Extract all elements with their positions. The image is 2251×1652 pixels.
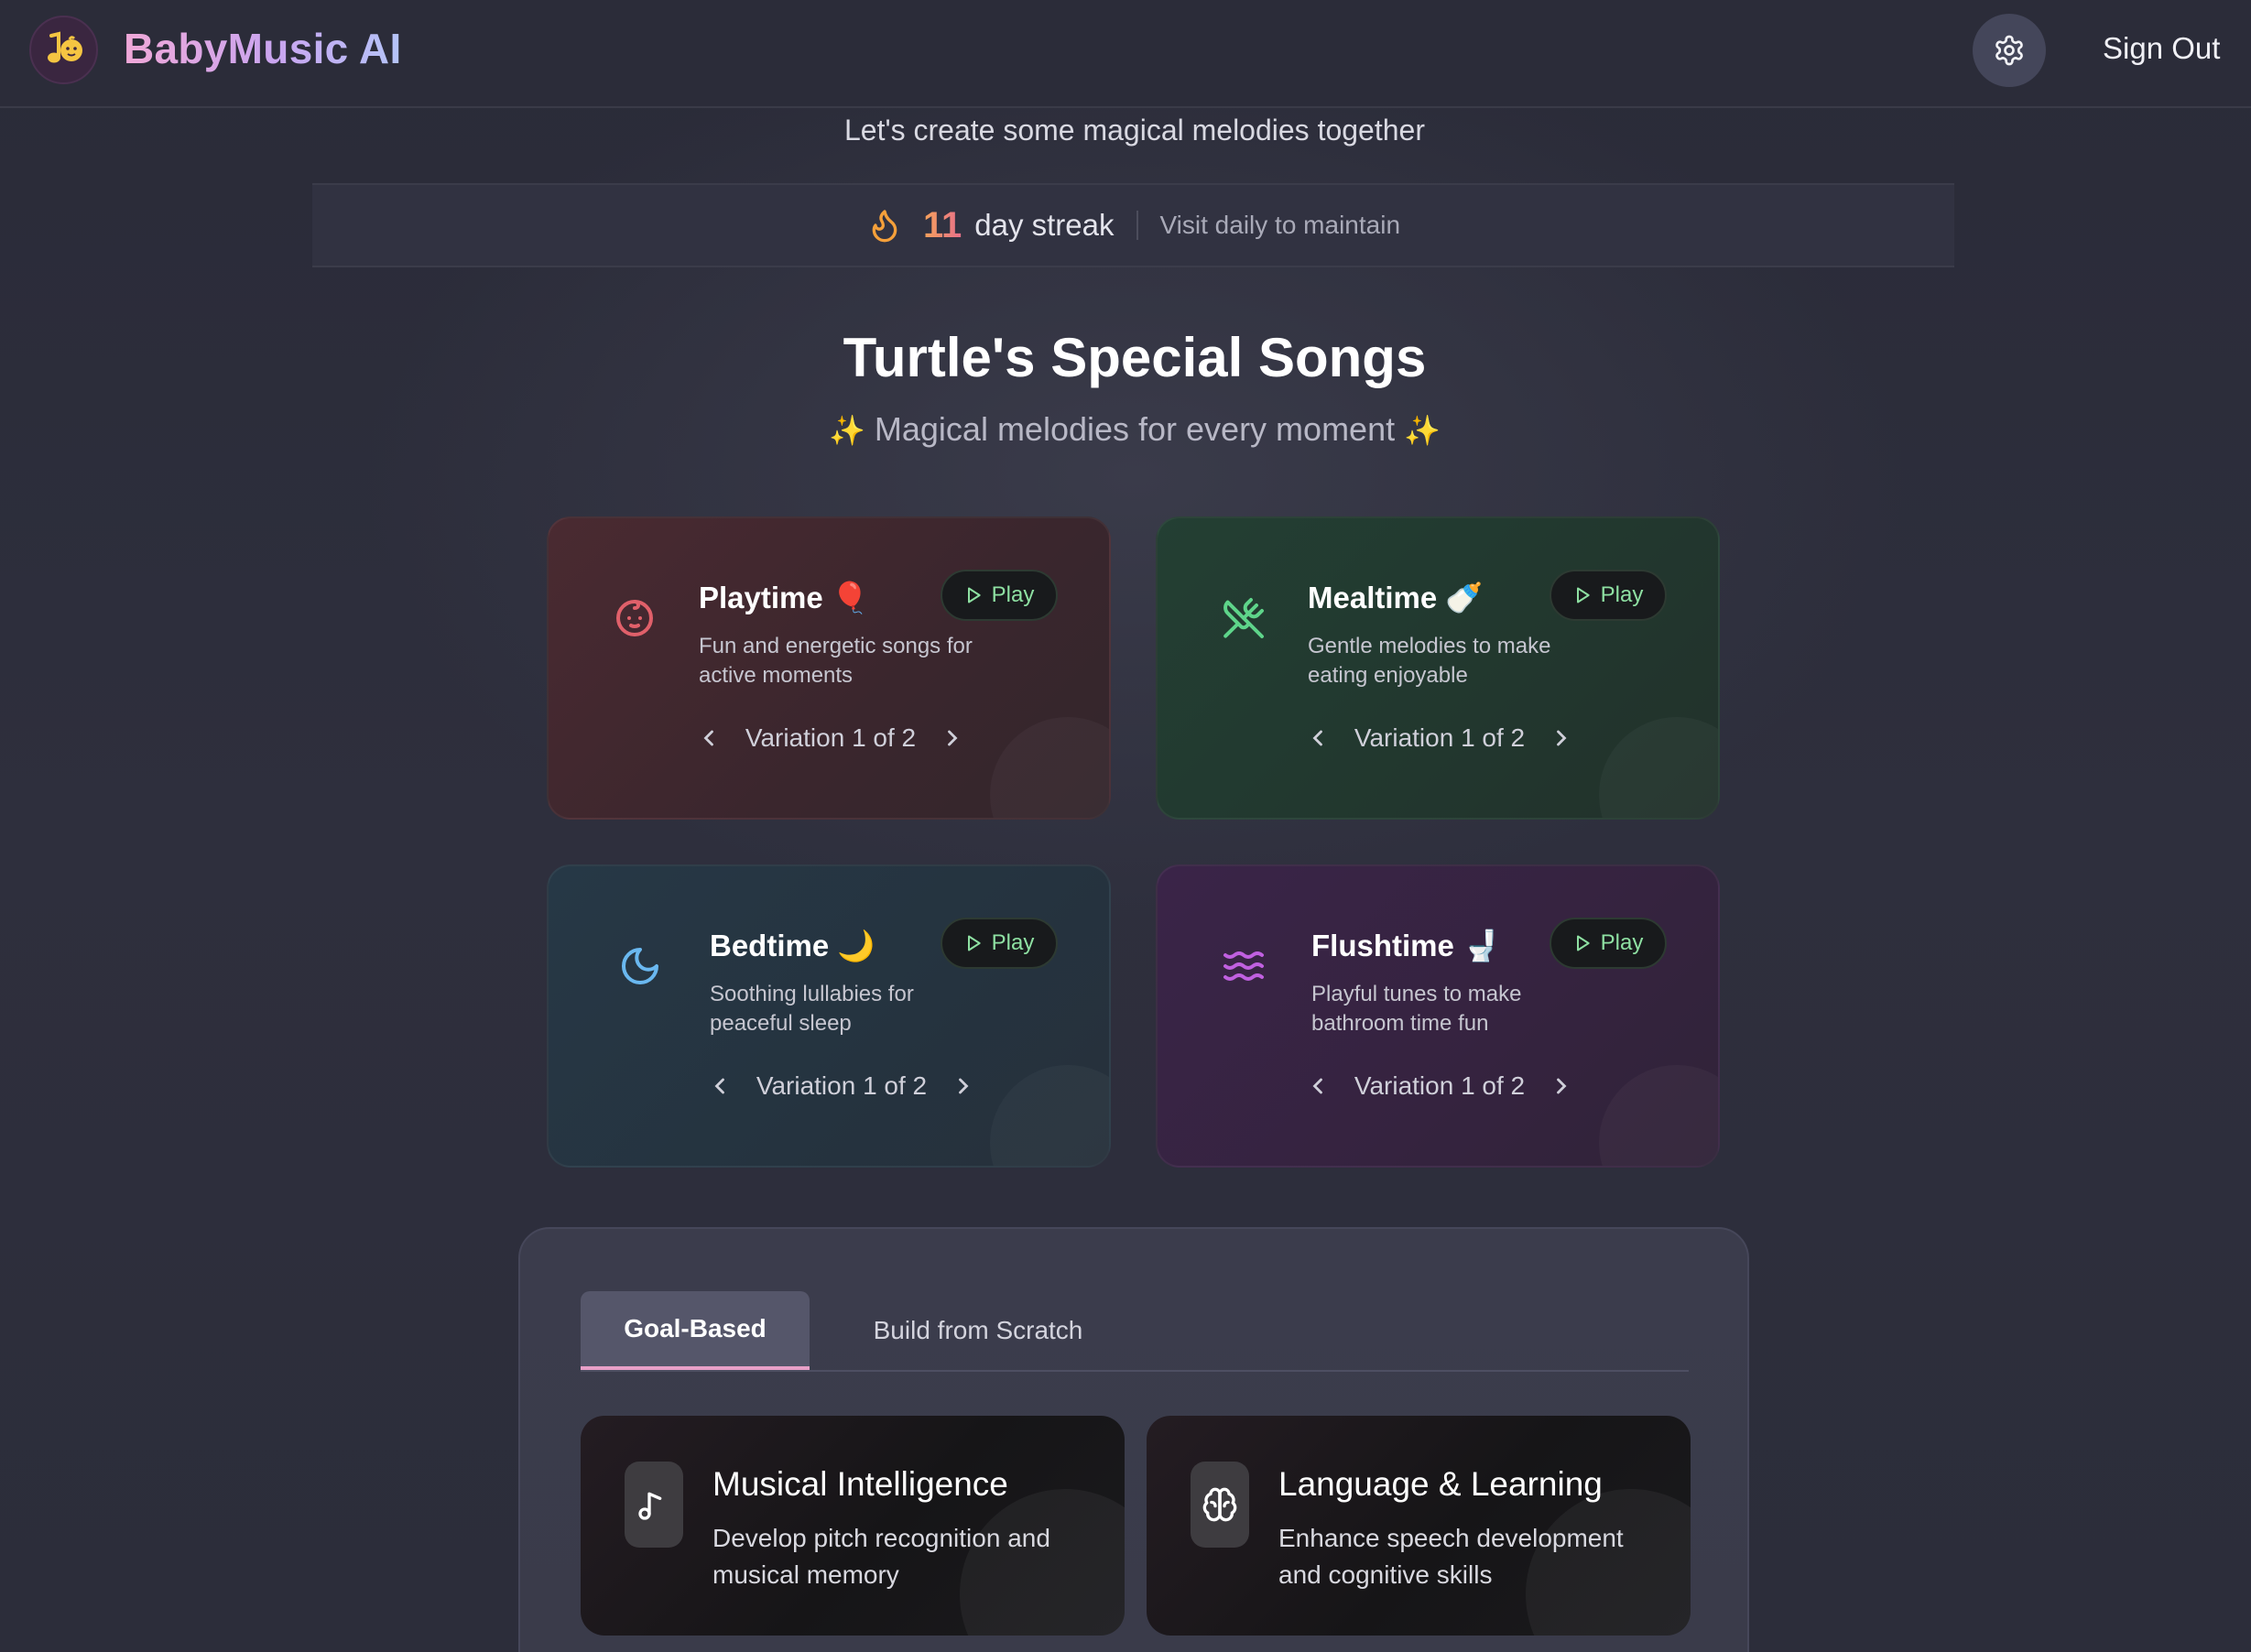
variation-label: Variation 1 of 2 bbox=[1354, 1071, 1526, 1100]
variation-label: Variation 1 of 2 bbox=[756, 1071, 928, 1100]
play-label: Play bbox=[1600, 582, 1644, 607]
variation-selector: Variation 1 of 2 bbox=[560, 1071, 1109, 1101]
card-description: Playful tunes to make bathroom time fun bbox=[1311, 982, 1522, 1036]
chevron-left-icon[interactable] bbox=[1305, 725, 1331, 751]
play-icon bbox=[1576, 587, 1590, 603]
play-icon bbox=[967, 935, 981, 951]
top-bar: BabyMusic AI Sign Out bbox=[0, 0, 2251, 108]
goal-icon-box bbox=[625, 1462, 683, 1548]
card-title: Flushtime 🚽 bbox=[1311, 929, 1501, 962]
moon-icon bbox=[622, 948, 658, 984]
brand-title[interactable]: BabyMusic AI bbox=[124, 24, 402, 73]
utensils-crossed-icon bbox=[1223, 598, 1264, 638]
goal-description: Enhance speech development and cognitive… bbox=[1278, 1524, 1624, 1589]
streak-count: 11 bbox=[922, 204, 962, 245]
chevron-right-icon[interactable] bbox=[940, 725, 965, 751]
song-builder-panel: Goal-Based Build from Scratch Musical In… bbox=[518, 1227, 1749, 1652]
song-card-bedtime[interactable]: Bedtime 🌙 Soothing lullabies for peacefu… bbox=[547, 864, 1111, 1168]
logo[interactable] bbox=[29, 16, 98, 84]
songs-subtitle: ✨ Magical melodies for every moment ✨ bbox=[0, 410, 2251, 449]
play-label: Play bbox=[991, 930, 1035, 955]
play-icon bbox=[1576, 935, 1590, 951]
settings-button[interactable] bbox=[1973, 14, 2046, 87]
variation-label: Variation 1 of 2 bbox=[745, 723, 917, 752]
waves-icon bbox=[1223, 951, 1264, 981]
song-card-playtime[interactable]: Playtime 🎈 Fun and energetic songs for a… bbox=[547, 516, 1111, 820]
play-label: Play bbox=[1600, 930, 1644, 955]
goal-card-musical-intelligence[interactable]: Musical Intelligence Develop pitch recog… bbox=[581, 1416, 1125, 1636]
chevron-left-icon[interactable] bbox=[696, 725, 722, 751]
gear-icon bbox=[1995, 35, 2023, 66]
song-card-mealtime[interactable]: Mealtime 🍼 Gentle melodies to make eatin… bbox=[1156, 516, 1720, 820]
brain-icon bbox=[1202, 1487, 1237, 1522]
streak-label: day streak bbox=[974, 208, 1115, 242]
songs-subtitle-text: Magical melodies for every moment bbox=[874, 410, 1396, 448]
play-button[interactable]: Play bbox=[941, 918, 1058, 969]
goal-icon-box bbox=[1191, 1462, 1249, 1548]
chevron-left-icon[interactable] bbox=[707, 1073, 733, 1099]
sparkle-icon: ✨ bbox=[829, 414, 865, 447]
sparkle-icon: ✨ bbox=[1404, 414, 1441, 447]
play-button[interactable]: Play bbox=[941, 570, 1058, 621]
play-button[interactable]: Play bbox=[1550, 570, 1667, 621]
baby-face-icon bbox=[616, 600, 653, 636]
card-title: Bedtime 🌙 bbox=[710, 929, 875, 962]
variation-selector: Variation 1 of 2 bbox=[549, 723, 1109, 753]
goal-description: Develop pitch recognition and musical me… bbox=[712, 1524, 1050, 1589]
play-button[interactable]: Play bbox=[1550, 918, 1667, 969]
variation-label: Variation 1 of 2 bbox=[1354, 723, 1526, 752]
streak-hint: Visit daily to maintain bbox=[1159, 211, 1401, 239]
welcome-subtitle: Let's create some magical melodies toget… bbox=[844, 114, 1425, 147]
streak-divider bbox=[1136, 211, 1138, 240]
tab-build-from-scratch[interactable]: Build from Scratch bbox=[841, 1291, 1115, 1370]
tabs-divider bbox=[581, 1370, 1689, 1372]
streak-bar: 11 day streak Visit daily to maintain bbox=[312, 183, 1954, 267]
chevron-right-icon[interactable] bbox=[1549, 725, 1574, 751]
chevron-left-icon[interactable] bbox=[1305, 1073, 1331, 1099]
song-card-flushtime[interactable]: Flushtime 🚽 Playful tunes to make bathro… bbox=[1156, 864, 1720, 1168]
play-icon bbox=[967, 587, 981, 603]
tab-goal-based[interactable]: Goal-Based bbox=[581, 1291, 810, 1370]
card-description: Soothing lullabies for peaceful sleep bbox=[710, 982, 914, 1036]
card-title: Playtime 🎈 bbox=[699, 581, 869, 614]
goal-title: Language & Learning bbox=[1278, 1465, 1603, 1503]
variation-selector: Variation 1 of 2 bbox=[1158, 723, 1718, 753]
card-title: Mealtime 🍼 bbox=[1308, 581, 1484, 614]
music-note-icon bbox=[638, 1492, 662, 1520]
songs-title: Turtle's Special Songs bbox=[843, 327, 1427, 388]
sign-out-button[interactable]: Sign Out bbox=[2103, 31, 2220, 66]
goal-title: Musical Intelligence bbox=[712, 1465, 1008, 1503]
music-note-baby-logo-icon bbox=[48, 31, 82, 63]
variation-selector: Variation 1 of 2 bbox=[1158, 1071, 1718, 1101]
play-label: Play bbox=[991, 582, 1035, 607]
chevron-right-icon[interactable] bbox=[1549, 1073, 1574, 1099]
card-description: Gentle melodies to make eating enjoyable bbox=[1308, 634, 1551, 688]
goal-card-language-learning[interactable]: Language & Learning Enhance speech devel… bbox=[1147, 1416, 1691, 1636]
card-description: Fun and energetic songs for active momen… bbox=[699, 634, 973, 688]
chevron-right-icon[interactable] bbox=[951, 1073, 976, 1099]
flame-icon bbox=[872, 210, 897, 243]
